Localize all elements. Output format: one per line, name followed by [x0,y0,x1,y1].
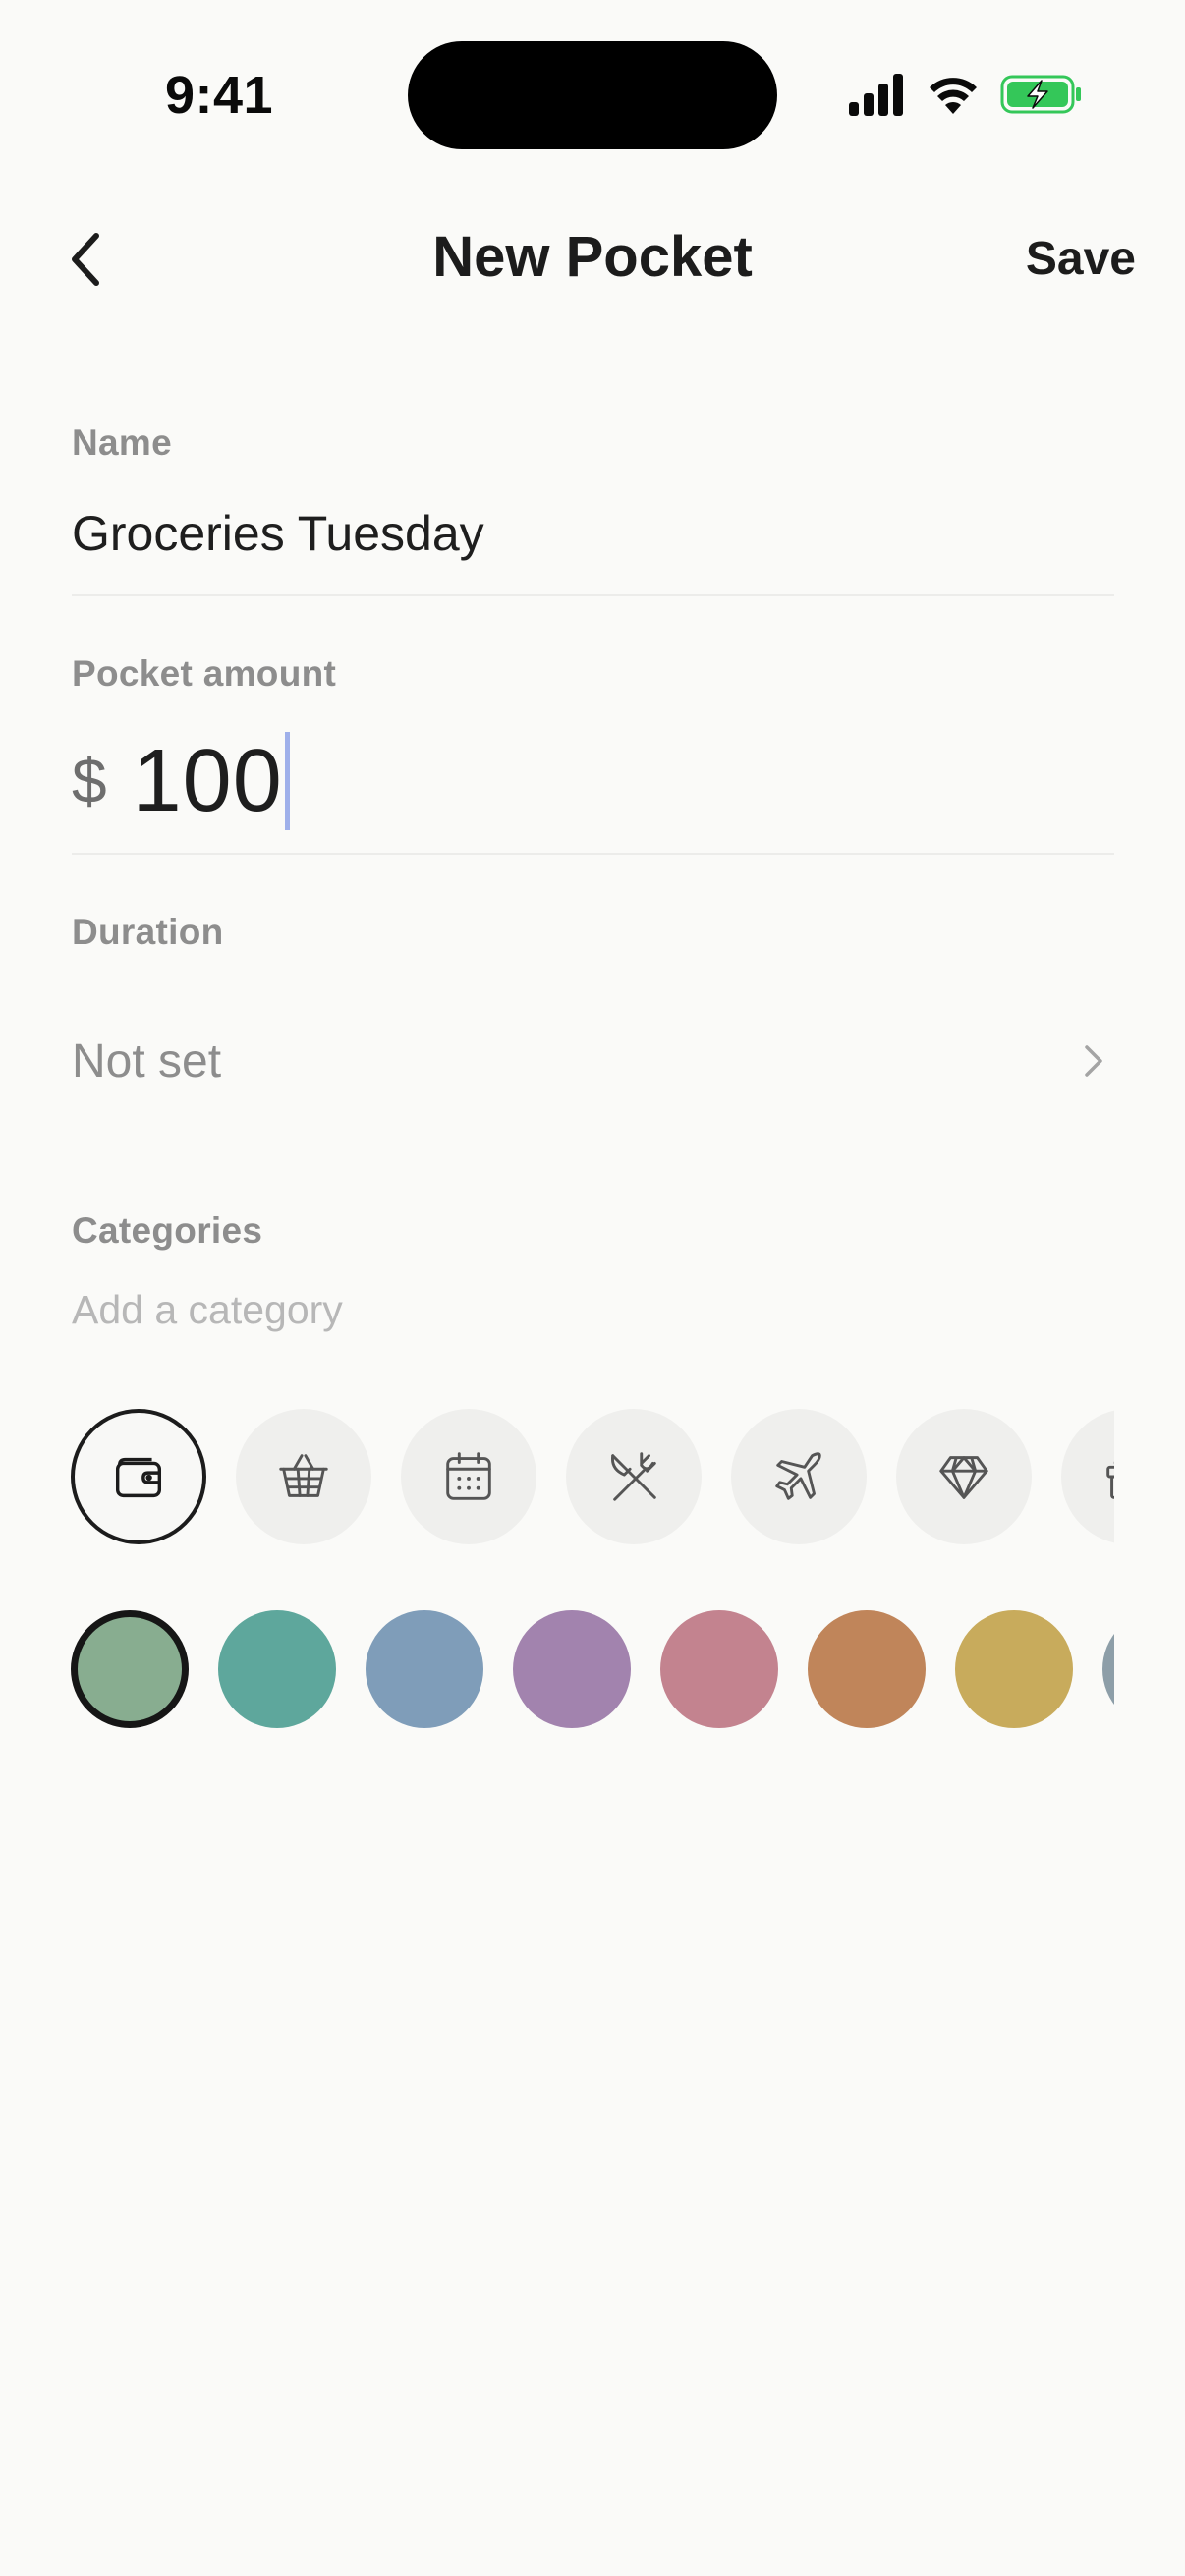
name-divider [72,594,1114,596]
color-swatch[interactable] [808,1610,926,1728]
categories-label: Categories [72,1210,263,1251]
name-field[interactable]: Groceries Tuesday [72,505,484,562]
duration-selector[interactable]: Not set [72,1022,1114,1100]
color-swatch[interactable] [218,1610,336,1728]
icon-option-gift[interactable] [1061,1409,1114,1544]
diamond-icon [939,1456,988,1499]
icon-option-calendar[interactable] [401,1409,536,1544]
calendar-icon [446,1452,491,1500]
icon-selector [0,1407,1114,1550]
color-swatch[interactable] [1102,1610,1114,1728]
color-swatch[interactable] [660,1610,778,1728]
icon-option-wallet[interactable] [71,1409,206,1544]
status-icons [847,71,1083,120]
wifi-icon [930,78,977,114]
color-swatch[interactable] [513,1610,631,1728]
cellular-signal-icon [849,74,903,116]
amount-label: Pocket amount [72,653,337,694]
gift-icon [1106,1461,1114,1499]
chevron-right-icon [1085,1045,1102,1077]
airplane-icon [775,1452,821,1500]
currency-symbol: $ [72,746,107,816]
duration-label: Duration [72,912,224,952]
icon-option-diamond[interactable] [896,1409,1032,1544]
basket-icon [279,1454,328,1497]
amount-field[interactable]: $ 100 [72,727,290,835]
new-pocket-screen: 9:41 New Pocket Save Name Groceries Tues… [0,0,1185,2576]
wallet-icon [115,1457,162,1498]
color-swatch[interactable] [366,1610,483,1728]
text-caret [284,732,290,830]
icon-option-utensils[interactable] [566,1409,702,1544]
icon-option-airplane[interactable] [731,1409,867,1544]
duration-value: Not set [72,1035,222,1088]
dynamic-island [408,41,777,149]
amount-divider [72,853,1114,855]
color-swatch[interactable] [71,1610,189,1728]
color-selector [0,1607,1114,1733]
utensils-icon [610,1452,656,1501]
battery-charging-icon [1000,75,1081,114]
page-title: New Pocket [432,225,753,289]
name-label: Name [72,422,172,463]
status-time: 9:41 [165,66,274,125]
save-button[interactable]: Save [1026,232,1136,286]
add-category-field[interactable]: Add a category [72,1287,343,1333]
amount-value: 100 [132,731,283,830]
icon-option-basket[interactable] [236,1409,371,1544]
color-swatch[interactable] [955,1610,1073,1728]
